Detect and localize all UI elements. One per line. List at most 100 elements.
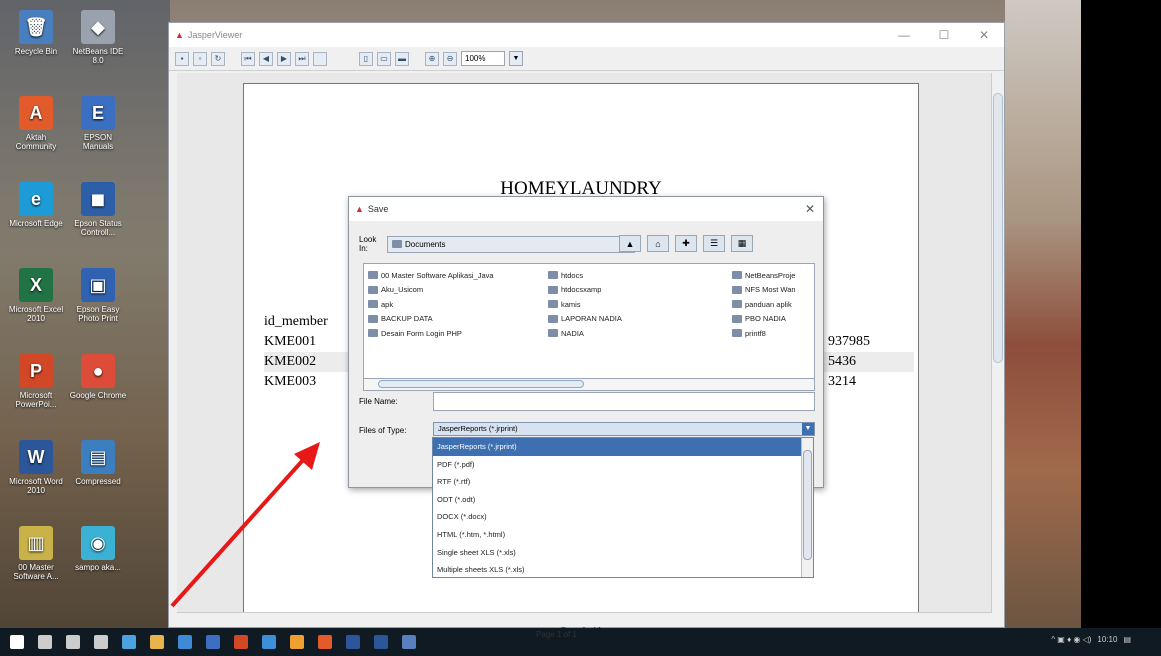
desktop-icon[interactable]: 🗑 Recycle Bin (6, 10, 66, 56)
next-page-icon[interactable]: ▶ (277, 51, 291, 66)
taskbar-app-icon[interactable] (178, 635, 192, 649)
dropdown-scrollbar[interactable] (801, 438, 813, 577)
desktop-icon[interactable]: e Microsoft Edge (6, 182, 66, 228)
desktop-icon[interactable]: X Microsoft Excel 2010 (6, 268, 66, 323)
scrollbar-thumb[interactable] (378, 380, 584, 388)
fit-page-icon[interactable]: ▭ (377, 51, 391, 66)
home-icon[interactable]: ⌂ (647, 235, 669, 252)
file-type-option[interactable]: PDF (*.pdf) (433, 456, 813, 474)
taskbar-app-icon[interactable] (402, 635, 416, 649)
list-item[interactable]: 00 Master Software Aplikasi_Java (368, 268, 494, 283)
file-type-option[interactable]: HTML (*.htm, *.html) (433, 526, 813, 544)
table-cell: 937985 (828, 334, 870, 349)
desktop-icon-label: Epson Status Controll... (74, 219, 122, 237)
horizontal-scrollbar[interactable] (177, 612, 992, 624)
file-list-scrollbar[interactable] (363, 379, 815, 391)
desktop-icon[interactable]: P Microsoft PowerPoi... (6, 354, 66, 409)
maximize-button[interactable]: ☐ (924, 28, 964, 42)
list-item[interactable]: NFS Most Wan (732, 283, 796, 298)
list-item[interactable]: printf8 (732, 326, 796, 341)
desktop-icon[interactable]: ▥ 00 Master Software A... (6, 526, 66, 581)
zoom-dropdown-icon[interactable]: ▼ (509, 51, 523, 66)
list-item[interactable]: kamis (548, 297, 622, 312)
previous-page-icon[interactable]: ◀ (259, 51, 273, 66)
save-dialog-titlebar: ▲ Save ✕ (349, 197, 823, 221)
taskbar-app-icon[interactable] (346, 635, 360, 649)
file-type-option[interactable]: Multiple sheets XLS (*.xls) (433, 561, 813, 579)
look-in-combo[interactable]: Documents ▼ (387, 235, 635, 253)
print-icon[interactable]: ▫ (193, 51, 207, 66)
taskbar-app-icon[interactable] (150, 635, 164, 649)
vertical-scrollbar[interactable] (991, 73, 1003, 613)
list-item[interactable]: apk (368, 297, 494, 312)
zoom-out-icon[interactable]: ⊖ (443, 51, 457, 66)
list-item[interactable]: Desain Form Login PHP (368, 326, 494, 341)
taskbar-app-icon[interactable] (262, 635, 276, 649)
up-folder-icon[interactable]: ▲ (619, 235, 641, 252)
taskbar-app-icon[interactable] (290, 635, 304, 649)
files-of-type-combo[interactable]: JasperReports (*.jrprint) ▼ (433, 422, 815, 436)
notification-icon[interactable]: ▤ (1123, 635, 1131, 644)
list-item[interactable]: panduan aplik (732, 297, 796, 312)
desktop-icon[interactable]: ◉ sampo aka... (68, 526, 128, 572)
arrow-shaft (170, 448, 314, 608)
save-icon[interactable]: ▪ (175, 51, 189, 66)
file-type-option[interactable]: Single sheet XLS (*.xls) (433, 544, 813, 562)
list-view-icon[interactable]: ☰ (703, 235, 725, 252)
file-list[interactable]: 00 Master Software Aplikasi_Java Aku_Usic… (363, 263, 815, 379)
taskbar-app-icon[interactable] (94, 635, 108, 649)
last-page-icon[interactable]: ⏭ (295, 51, 309, 66)
folder-name: panduan aplik (745, 299, 792, 309)
file-type-option[interactable]: ODT (*.odt) (433, 491, 813, 509)
desktop-icon[interactable]: ◼ Epson Status Controll... (68, 182, 128, 237)
scrollbar-thumb[interactable] (993, 93, 1003, 363)
file-type-option[interactable]: RTF (*.rtf) (433, 473, 813, 491)
list-item[interactable]: Aku_Usicom (368, 283, 494, 298)
zoom-field[interactable]: 100% (461, 51, 505, 66)
taskbar-app-icon[interactable] (374, 635, 388, 649)
scrollbar-thumb[interactable] (803, 450, 812, 560)
list-item[interactable]: PBO NADIA (732, 312, 796, 327)
list-item[interactable]: BACKUP DATA (368, 312, 494, 327)
reload-icon[interactable]: ↻ (211, 51, 225, 66)
desktop-icon[interactable]: ▤ Compressed (68, 440, 128, 486)
file-name-input[interactable] (433, 392, 815, 411)
list-item[interactable]: htdocsxamp (548, 283, 622, 298)
list-item[interactable]: NADIA (548, 326, 622, 341)
desktop-icon[interactable]: ▣ Epson Easy Photo Print (68, 268, 128, 323)
start-icon[interactable] (10, 635, 24, 649)
desktop-icon[interactable]: E EPSON Manuals (68, 96, 128, 151)
first-page-icon[interactable]: ⏮ (241, 51, 255, 66)
taskbar-app-icon[interactable] (66, 635, 80, 649)
taskbar-app-icon[interactable] (206, 635, 220, 649)
zoom-in-icon[interactable]: ⊕ (425, 51, 439, 66)
app-icon: ▣ (81, 268, 115, 302)
list-item[interactable]: htdocs (548, 268, 622, 283)
file-type-dropdown[interactable]: JasperReports (*.jrprint) PDF (*.pdf) RTF … (432, 437, 814, 578)
file-type-option[interactable]: DOCX (*.docx) (433, 508, 813, 526)
list-item[interactable]: LAPORAN NADIA (548, 312, 622, 327)
desktop-icon[interactable]: W Microsoft Word 2010 (6, 440, 66, 495)
taskbar-app-icon[interactable] (38, 635, 52, 649)
folder-name: NFS Most Wan (745, 285, 796, 295)
clock[interactable]: 10:10 (1097, 635, 1117, 644)
list-item[interactable]: NetBeansProje (732, 268, 796, 283)
minimize-button[interactable]: — (884, 28, 924, 42)
desktop-icon[interactable]: ◆ NetBeans IDE 8.0 (68, 10, 128, 65)
taskbar-app-icon[interactable] (318, 635, 332, 649)
taskbar-app-icon[interactable] (234, 635, 248, 649)
fit-width-icon[interactable]: ▬ (395, 51, 409, 66)
desktop-icon[interactable]: ● Google Chrome (68, 354, 128, 400)
close-button[interactable]: ✕ (964, 28, 1004, 42)
file-type-option[interactable]: JasperReports (*.jrprint) (433, 438, 813, 456)
new-folder-icon[interactable]: ✚ (675, 235, 697, 252)
taskbar-app-icon[interactable] (122, 635, 136, 649)
table-row: KME003 (264, 374, 317, 389)
desktop-icon[interactable]: A Aktah Community (6, 96, 66, 151)
page-number-field[interactable] (313, 51, 327, 66)
actual-size-icon[interactable]: ▯ (359, 51, 373, 66)
tray-icons[interactable]: ^ ▣ ♦ ◉ ◁) (1051, 635, 1091, 644)
folder-icon (548, 300, 558, 309)
close-icon[interactable]: ✕ (805, 202, 815, 216)
details-view-icon[interactable]: ▦ (731, 235, 753, 252)
